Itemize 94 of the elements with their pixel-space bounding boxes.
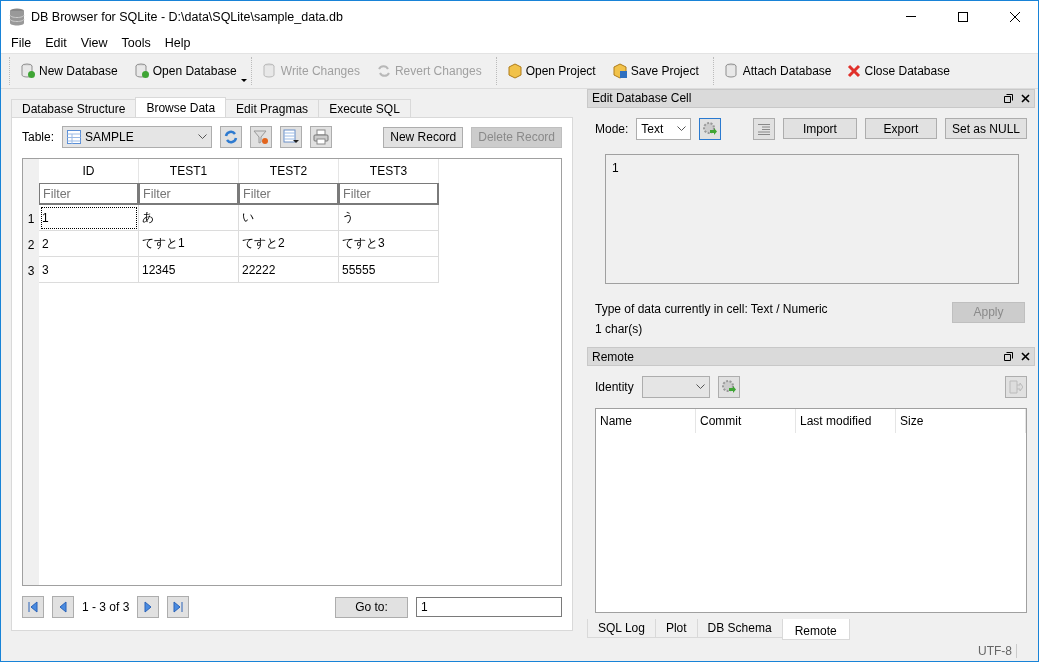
refresh-button[interactable] — [220, 126, 243, 148]
close-icon[interactable] — [1021, 352, 1030, 362]
previous-icon — [57, 601, 69, 613]
menu-item[interactable]: File — [4, 35, 39, 50]
table-cell[interactable]: 1 — [39, 205, 139, 231]
cell-size-info: 1 char(s) — [595, 321, 644, 336]
last-page-icon — [172, 601, 185, 613]
auto-switch-button[interactable] — [699, 117, 722, 140]
first-page-icon — [27, 601, 39, 613]
word-wrap-button[interactable] — [752, 117, 775, 140]
close-icon[interactable] — [1010, 11, 1020, 22]
column-header[interactable]: Name — [596, 409, 696, 433]
toolbar-button[interactable]: Attach Database — [717, 59, 838, 83]
cell-editor[interactable]: 1 — [605, 153, 1019, 284]
first-page-button[interactable] — [22, 596, 44, 618]
chevron-down-icon — [198, 134, 208, 140]
table-label: Table: — [22, 130, 55, 144]
filter-field[interactable]: Filter — [139, 183, 239, 205]
tab[interactable]: Edit Pragmas — [225, 99, 320, 117]
import-button[interactable]: Import — [782, 118, 857, 140]
previous-page-button[interactable] — [52, 596, 74, 618]
filter-field[interactable]: Filter — [39, 183, 139, 205]
tab[interactable]: Remote — [781, 619, 850, 641]
tab[interactable]: Database Structure — [11, 99, 137, 117]
box-icon — [506, 63, 523, 79]
database-icon — [133, 63, 150, 79]
table-cell[interactable]: 2 — [39, 231, 139, 257]
table-cell[interactable]: てすと2 — [239, 231, 339, 257]
export-icon — [1009, 380, 1023, 394]
float-icon[interactable] — [1004, 352, 1013, 362]
identity-label: Identity — [595, 380, 634, 394]
close-icon — [847, 64, 862, 78]
table-cell[interactable]: あ — [139, 205, 239, 231]
new-record-button[interactable]: New Record — [383, 126, 464, 148]
text-lines-icon — [757, 122, 770, 135]
table-cell[interactable]: てすと1 — [139, 231, 239, 257]
toolbar-button[interactable]: Open Database — [127, 59, 243, 83]
gear-icon — [702, 120, 719, 137]
column-header[interactable]: Commit — [696, 409, 796, 433]
table-cell[interactable]: てすと3 — [339, 231, 439, 257]
row-number: 2 — [26, 237, 36, 254]
go-to-button[interactable]: Go to: — [335, 596, 408, 618]
table-icon — [67, 130, 82, 144]
toolbar-button[interactable]: Open Project — [500, 59, 602, 83]
close-icon[interactable] — [1021, 93, 1030, 103]
print-button[interactable] — [310, 126, 333, 148]
save-table-button[interactable] — [280, 126, 303, 148]
tab[interactable]: Browse Data — [135, 97, 227, 117]
chevron-down-icon — [677, 125, 687, 132]
database-icon — [9, 7, 25, 26]
table-cell[interactable]: 3 — [39, 257, 139, 283]
identity-settings-button[interactable] — [717, 376, 740, 398]
toolbar-button[interactable]: Save Project — [605, 59, 705, 83]
row-number: 3 — [26, 263, 36, 280]
table-cell[interactable]: 55555 — [339, 257, 439, 283]
table-select[interactable]: SAMPLE — [62, 126, 213, 148]
table-cell[interactable]: 22222 — [239, 257, 339, 283]
toolbar-button[interactable]: New Database — [14, 59, 124, 83]
set-null-button[interactable]: Set as NULL — [944, 118, 1027, 140]
menu-item[interactable]: Help — [157, 35, 198, 50]
last-page-button[interactable] — [167, 596, 190, 618]
tab[interactable]: SQL Log — [587, 619, 656, 639]
toolbar-button[interactable]: Close Database — [841, 59, 956, 83]
filter-field[interactable]: Filter — [239, 183, 339, 205]
column-header[interactable]: Last modified — [796, 409, 896, 433]
table-cell[interactable]: 12345 — [139, 257, 239, 283]
menu-item[interactable]: Edit — [38, 35, 74, 50]
menu-item[interactable]: Tools — [114, 35, 158, 50]
revert-icon — [375, 63, 392, 79]
maximize-icon[interactable] — [958, 11, 968, 22]
go-to-field[interactable]: 1 — [416, 597, 562, 617]
filter-field[interactable]: Filter — [339, 183, 439, 205]
next-page-button[interactable] — [137, 596, 160, 618]
mode-select[interactable]: Text — [636, 117, 692, 140]
box-save-icon — [611, 63, 628, 79]
menu-item[interactable]: View — [73, 35, 115, 50]
column-header[interactable]: Size — [896, 409, 1026, 433]
row-number: 1 — [26, 211, 36, 228]
clear-filter-button[interactable] — [250, 126, 273, 148]
export-button[interactable]: Export — [864, 118, 937, 140]
cell-type-info: Type of data currently in cell: Text / Numeric — [595, 301, 828, 316]
record-range: 1 - 3 of 3 — [82, 600, 130, 614]
chevron-down-icon — [695, 384, 705, 390]
encoding-status: UTF-8 — [978, 643, 1017, 658]
mode-label: Mode: — [595, 121, 629, 136]
gear-icon — [720, 379, 737, 395]
dock-title: Remote — [592, 349, 636, 364]
float-icon[interactable] — [1004, 93, 1013, 103]
table-cell[interactable]: う — [339, 205, 439, 231]
tab[interactable]: Execute SQL — [318, 99, 411, 117]
database-icon — [20, 63, 36, 79]
dock-title: Edit Database Cell — [592, 91, 693, 106]
window-title: DB Browser for SQLite - D:\data\SQLite\sample_data.db — [31, 9, 344, 24]
table-cell[interactable]: い — [239, 205, 339, 231]
